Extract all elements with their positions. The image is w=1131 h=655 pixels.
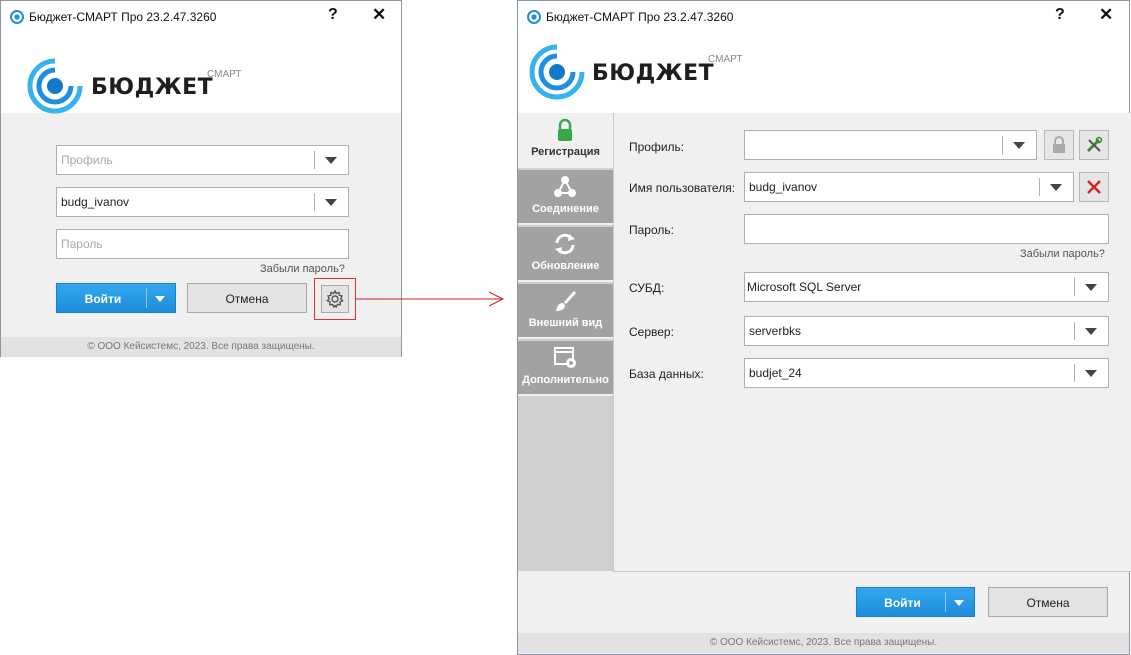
brand-header: БЮДЖЕТ СМАРТ <box>1 33 401 114</box>
settings-highlight <box>314 278 356 320</box>
tab-label: Дополнительно <box>522 374 609 386</box>
chevron-down-icon[interactable] <box>1085 328 1097 335</box>
login-window-compact: Бюджет-СМАРТ Про 23.2.47.3260 ? ✕ БЮДЖЕТ… <box>0 0 402 357</box>
close-icon <box>1087 180 1101 194</box>
lock-icon <box>558 118 572 141</box>
settings-tab-strip: Регистрация Соединение Обновление Внешни… <box>518 113 613 571</box>
chevron-down-icon[interactable] <box>1013 142 1025 149</box>
lock-icon <box>1053 136 1065 153</box>
tab-label: Регистрация <box>531 146 600 158</box>
close-button[interactable]: ✕ <box>1099 5 1113 25</box>
brand-name: БЮДЖЕТ <box>592 61 715 86</box>
brand-name: БЮДЖЕТ <box>91 75 214 100</box>
brand-suffix: СМАРТ <box>708 54 743 65</box>
dbms-value: Microsoft SQL Server <box>747 280 862 294</box>
profile-select[interactable]: Профиль <box>56 145 349 175</box>
tab-label: Соединение <box>532 203 599 215</box>
tab-registration[interactable]: Регистрация <box>518 113 613 168</box>
refresh-icon <box>555 233 575 255</box>
chevron-down-icon[interactable] <box>325 157 337 164</box>
chevron-down-icon[interactable] <box>1085 284 1097 291</box>
split-divider <box>146 288 147 308</box>
forgot-password-link[interactable]: Забыли пароль? <box>1020 248 1105 260</box>
dropdown-separator <box>1074 364 1075 382</box>
footer-copyright: © ООО Кейсистемс, 2023. Все права защище… <box>518 633 1129 653</box>
tab-update[interactable]: Обновление <box>518 227 613 282</box>
server-label: Сервер: <box>629 325 674 339</box>
login-button-label: Войти <box>884 596 921 610</box>
title-bar: Бюджет-СМАРТ Про 23.2.47.3260 ? ✕ <box>518 1 1129 33</box>
password-field[interactable]: Пароль <box>56 229 349 259</box>
app-logo-icon <box>527 10 541 24</box>
tab-appearance[interactable]: Внешний вид <box>518 284 613 339</box>
brand-header: БЮДЖЕТ СМАРТ <box>518 33 1129 113</box>
login-button[interactable]: Войти <box>56 283 176 313</box>
window-title: Бюджет-СМАРТ Про 23.2.47.3260 <box>546 10 734 24</box>
close-button[interactable]: ✕ <box>372 5 386 25</box>
tab-label: Внешний вид <box>528 317 603 329</box>
gear-icon <box>326 289 344 309</box>
tools-icon <box>1086 136 1103 153</box>
app-logo-icon <box>10 10 24 24</box>
username-value: budg_ivanov <box>749 180 818 194</box>
cancel-button[interactable]: Отмена <box>988 587 1108 617</box>
tab-connection[interactable]: Соединение <box>518 170 613 225</box>
profile-select[interactable] <box>744 130 1037 160</box>
server-value: serverbks <box>749 324 802 338</box>
cancel-button-label: Отмена <box>1026 596 1070 610</box>
tab-advanced[interactable]: Дополнительно <box>518 341 613 396</box>
help-button[interactable]: ? <box>1055 6 1065 24</box>
tab-label: Обновление <box>531 260 600 272</box>
dropdown-separator <box>314 151 315 169</box>
help-button[interactable]: ? <box>328 6 338 24</box>
username-select[interactable]: budg_ivanov <box>744 172 1074 202</box>
profile-lock-button[interactable] <box>1044 130 1074 160</box>
login-button-label: Войти <box>84 292 122 306</box>
dropdown-separator <box>1039 178 1040 196</box>
window-title: Бюджет-СМАРТ Про 23.2.47.3260 <box>29 10 217 24</box>
split-divider <box>945 592 946 612</box>
password-field[interactable] <box>744 214 1109 244</box>
registration-panel: Профиль: Имя пользователя: budg_ivanov П… <box>613 113 1131 572</box>
brand-logo-icon <box>27 58 83 114</box>
chevron-down-icon[interactable] <box>1085 370 1097 377</box>
login-window-expanded: Бюджет-СМАРТ Про 23.2.47.3260 ? ✕ БЮДЖЕТ… <box>517 0 1131 655</box>
title-bar: Бюджет-СМАРТ Про 23.2.47.3260 ? ✕ <box>1 1 401 33</box>
callout-arrow-icon <box>355 291 505 307</box>
cancel-button-label: Отмена <box>225 292 269 306</box>
password-placeholder: Пароль <box>61 237 103 251</box>
cancel-button[interactable]: Отмена <box>187 283 307 313</box>
database-select[interactable]: budjet_24 <box>744 358 1109 388</box>
username-value: budg_ivanov <box>61 195 130 209</box>
dropdown-separator <box>1074 322 1075 340</box>
database-value: budjet_24 <box>749 366 802 380</box>
brand-logo-icon <box>529 44 585 100</box>
brush-icon <box>556 291 576 311</box>
password-label: Пароль: <box>629 223 674 237</box>
profile-tools-button[interactable] <box>1079 130 1109 160</box>
window-gear-icon <box>554 347 576 368</box>
profile-placeholder: Профиль <box>61 153 113 167</box>
chevron-down-icon[interactable] <box>1050 184 1062 191</box>
brand-suffix: СМАРТ <box>207 69 242 80</box>
login-options-chevron-icon[interactable] <box>954 600 964 606</box>
chevron-down-icon[interactable] <box>325 199 337 206</box>
server-select[interactable]: serverbks <box>744 316 1109 346</box>
dbms-label: СУБД: <box>629 281 665 295</box>
dropdown-separator <box>1074 278 1075 296</box>
dropdown-separator <box>314 193 315 211</box>
footer-copyright: © ООО Кейсистемс, 2023. Все права защище… <box>1 337 401 357</box>
login-options-chevron-icon[interactable] <box>155 296 165 302</box>
settings-button[interactable] <box>321 285 349 313</box>
profile-label: Профиль: <box>629 140 685 154</box>
clear-username-button[interactable] <box>1079 172 1109 202</box>
dbms-select[interactable]: Microsoft SQL Server <box>744 272 1109 302</box>
username-select[interactable]: budg_ivanov <box>56 187 349 217</box>
dropdown-separator <box>1002 136 1003 154</box>
database-label: База данных: <box>629 367 704 381</box>
login-button[interactable]: Войти <box>856 587 975 617</box>
forgot-password-link[interactable]: Забыли пароль? <box>260 263 345 275</box>
network-icon <box>554 176 576 197</box>
username-label: Имя пользователя: <box>629 181 736 195</box>
